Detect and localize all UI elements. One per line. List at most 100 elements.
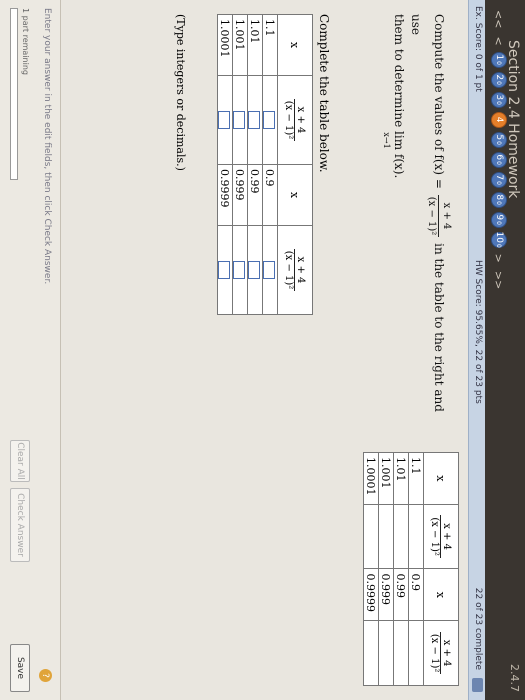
x-value: 1.1: [408, 452, 424, 505]
table-row: 1.001 0.999: [378, 452, 394, 686]
x-value: 0.9999: [363, 568, 379, 621]
assignment-title: Section 2.4 Homework: [505, 40, 521, 199]
answer-input[interactable]: [263, 111, 276, 129]
table-row: 1.01 0.99: [393, 452, 409, 686]
answer-input[interactable]: [233, 111, 246, 129]
header-denominator: (x − 1)²: [283, 250, 295, 290]
limit-function: f(x).: [392, 153, 407, 179]
question-dot-number: 8: [494, 194, 504, 201]
question-dot-mark: 0: [495, 81, 503, 85]
check-answer-button[interactable]: Check Answer: [10, 488, 30, 562]
table-row: 1.1 0.9: [408, 452, 424, 686]
answer-input[interactable]: [263, 261, 276, 279]
f-value-cell: [363, 620, 379, 686]
answer-input[interactable]: [218, 261, 231, 279]
question-dot-mark: 0: [495, 61, 503, 65]
limit-notation: lim x→1: [382, 131, 407, 150]
question-dot[interactable]: 90: [491, 211, 507, 228]
question-dot[interactable]: 20: [491, 71, 507, 88]
column-header-x: x: [277, 14, 313, 76]
fraction-numerator: x + 4: [438, 194, 453, 238]
f-value-cell: [378, 504, 394, 569]
x-value: 1.0001: [363, 452, 379, 505]
x-value: 1.001: [378, 452, 394, 505]
parts-remaining: 1 part remaining: [21, 8, 30, 75]
column-header-x: x: [423, 568, 459, 621]
prompt-text: them to determine: [392, 14, 407, 128]
header-denominator: (x − 1)²: [429, 633, 441, 673]
table-row: 1.0001 0.9999: [217, 14, 233, 315]
question-dot-mark: 0: [495, 181, 503, 185]
x-value: 0.99: [393, 568, 409, 621]
question-dot-number: 4: [494, 116, 504, 123]
column-header-x: x: [277, 164, 313, 226]
question-dot-mark: 0: [495, 161, 503, 165]
column-header-f: x + 4 (x − 1)²: [423, 620, 459, 686]
fraction-denominator: (x − 1)²: [426, 196, 437, 236]
calculator-icon[interactable]: [472, 678, 483, 692]
answer-input[interactable]: [248, 261, 261, 279]
f-value-cell: [247, 75, 263, 165]
next-question-button[interactable]: >: [493, 252, 506, 265]
question-dot[interactable]: 10 0: [491, 232, 507, 248]
header-numerator: x + 4: [440, 631, 453, 675]
header-numerator: x + 4: [294, 98, 307, 142]
question-dot[interactable]: 50: [491, 131, 507, 148]
answer-input[interactable]: [218, 111, 231, 129]
question-dot-mark: 0: [495, 201, 503, 205]
question-dot-number: 1: [494, 54, 504, 61]
problem-prompt: Compute the values of f(x) = x + 4 (x − …: [382, 14, 453, 434]
f-value-cell: [232, 75, 248, 165]
question-dot-number: 6: [494, 154, 504, 161]
f-value-cell: [363, 504, 379, 569]
x-value: 0.9: [262, 164, 278, 226]
question-dot[interactable]: 80: [491, 191, 507, 208]
f-value-cell: [262, 75, 278, 165]
previous-question-button[interactable]: <: [493, 34, 506, 47]
answer-input[interactable]: [248, 111, 261, 129]
f-value-cell: [408, 504, 424, 569]
question-dot[interactable]: 4: [491, 111, 507, 128]
answer-input[interactable]: [233, 261, 246, 279]
first-question-button[interactable]: <<: [493, 8, 506, 30]
x-value: 0.9999: [217, 164, 233, 226]
question-dot-mark: 0: [495, 141, 503, 145]
exercise-score: Ex. Score: 0 of 1 pt: [473, 6, 483, 92]
x-value: 0.99: [247, 164, 263, 226]
f-value-cell: [393, 504, 409, 569]
function-fraction: x + 4 (x − 1)²: [424, 194, 453, 238]
header-denominator: (x − 1)²: [283, 100, 295, 140]
question-dot[interactable]: 60: [491, 151, 507, 168]
last-question-button[interactable]: >>: [493, 269, 506, 291]
f-value-cell: [393, 620, 409, 686]
save-button[interactable]: Save: [10, 644, 30, 692]
help-icon[interactable]: ?: [39, 669, 52, 682]
footer-bar: Enter your answer in the edit fields, th…: [0, 0, 61, 700]
score-bar: Ex. Score: 0 of 1 pt HW Score: 95.65%, 2…: [468, 0, 485, 700]
f-value-cell: [247, 225, 263, 315]
header-denominator: (x − 1)²: [429, 517, 441, 556]
top-header: Section 2.4 Homework 2.4.7 << < 10203045…: [485, 0, 525, 700]
column-header-f: x + 4 (x − 1)²: [277, 75, 313, 165]
table-row: 1.1 0.9: [262, 14, 278, 315]
question-dots: 1 0 2 0 3 0 4 5 0 6 0 7 0 8 0 9 0 10 0: [491, 51, 507, 248]
question-dot[interactable]: 30: [491, 91, 507, 108]
homework-score: HW Score: 95.65%, 22 of 23 pts: [473, 260, 483, 404]
clear-all-button[interactable]: Clear All: [10, 440, 30, 482]
column-header-f: x + 4 (x − 1)²: [277, 225, 313, 315]
question-dot-number: 9: [494, 214, 504, 221]
header-numerator: x + 4: [440, 515, 453, 558]
x-value: 1.001: [232, 14, 248, 76]
x-value: 0.999: [378, 568, 394, 621]
limit-subscript: x→1: [382, 132, 392, 149]
question-dot-number: 10: [494, 231, 504, 243]
question-dot[interactable]: 10: [491, 51, 507, 68]
question-dot-mark: 0: [495, 243, 503, 248]
completion-status: 22 of 23 complete: [473, 587, 483, 670]
reference-table: x x + 4 (x − 1)² x x + 4 (x − 1)² 1.1 0.9 1.…: [363, 452, 459, 686]
parts-progress-bar: [10, 8, 18, 180]
f-value-cell: [408, 620, 424, 686]
question-dot-number: 7: [494, 174, 504, 181]
question-dot[interactable]: 70: [491, 171, 507, 188]
x-value: 1.01: [393, 452, 409, 505]
